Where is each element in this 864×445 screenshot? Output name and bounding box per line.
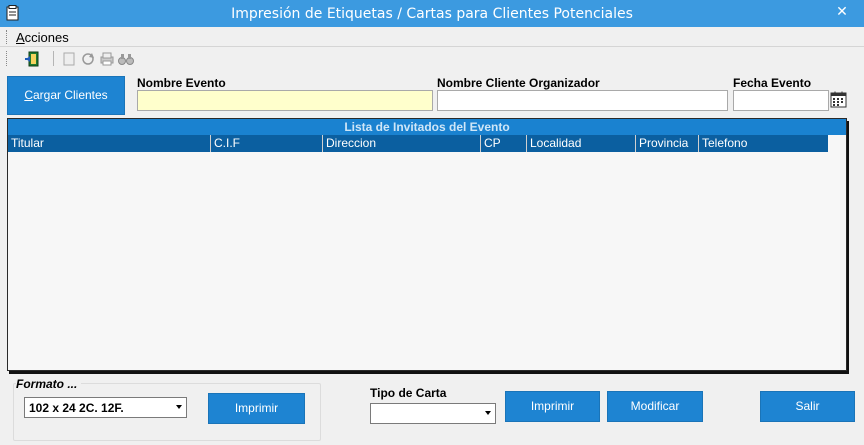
toolbar-grip [6,51,8,66]
nombre-cliente-label: Nombre Cliente Organizador [437,76,600,90]
imprimir-carta-button[interactable]: Imprimir [505,391,600,422]
column-localidad[interactable]: Localidad [527,135,636,152]
fecha-evento-label: Fecha Evento [733,76,812,90]
window-title: Impresión de Etiquetas / Cartas para Cli… [231,6,633,22]
column-cif[interactable]: C.I.F [211,135,323,152]
formato-label: Formato ... [16,377,82,391]
print-icon[interactable] [98,50,116,68]
tipo-carta-dropdown[interactable] [370,403,496,424]
grid-header: Titular C.I.F Direccion CP Localidad Pro… [8,135,828,152]
column-cp[interactable]: CP [481,135,527,152]
calendar-icon[interactable] [830,91,847,108]
menu-bar: Acciones [0,27,864,47]
toolbar-separator [53,51,54,66]
new-document-icon[interactable] [60,50,78,68]
formato-dropdown[interactable]: 102 x 24 2C. 12F. [24,397,187,418]
exit-door-icon[interactable] [24,50,42,68]
chevron-down-icon [176,405,182,409]
grid-caption: Lista de Invitados del Evento [8,119,846,135]
column-provincia[interactable]: Provincia [636,135,699,152]
menu-acciones[interactable]: Acciones [16,30,69,45]
column-telefono[interactable]: Telefono [699,135,828,152]
tipo-carta-label: Tipo de Carta [370,386,447,400]
column-direccion[interactable]: Direccion [323,135,481,152]
column-titular[interactable]: Titular [8,135,211,152]
toolbar [0,48,864,70]
fecha-evento-input[interactable] [733,90,829,111]
title-bar: Impresión de Etiquetas / Cartas para Cli… [0,0,864,27]
nombre-cliente-input[interactable] [437,90,728,111]
nombre-evento-label: Nombre Evento [137,76,226,90]
nombre-evento-input[interactable] [137,90,433,111]
refresh-icon[interactable] [79,50,97,68]
imprimir-etiquetas-button[interactable]: Imprimir [208,393,305,424]
salir-button[interactable]: Salir [760,391,855,422]
cargar-clientes-button[interactable]: Cargar Clientes [7,76,125,115]
close-icon[interactable]: ✕ [832,3,852,21]
chevron-down-icon [485,411,491,415]
binoculars-icon[interactable] [117,50,135,68]
modificar-button[interactable]: Modificar [607,391,703,422]
menu-grip [6,30,8,44]
invitados-grid[interactable]: Lista de Invitados del Evento Titular C.… [7,118,847,371]
